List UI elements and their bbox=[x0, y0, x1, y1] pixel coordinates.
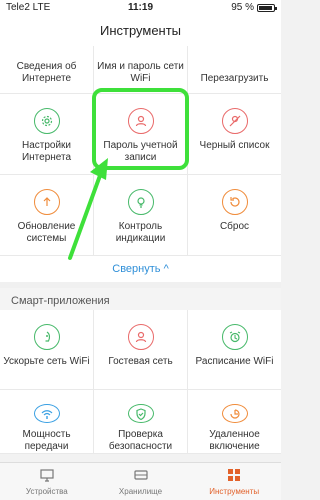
tile-label: Пароль учетной записи bbox=[103, 140, 178, 163]
tab-bar: Устройства Хранилище Инструменты bbox=[0, 462, 281, 500]
storage-icon bbox=[133, 467, 149, 487]
tile-wifi[interactable]: Имя и пароль сети WiFi bbox=[94, 46, 188, 94]
tile-alarm[interactable]: Расписание WiFi bbox=[188, 310, 281, 390]
monitor-icon bbox=[39, 467, 55, 487]
tile-reset[interactable]: Сброс bbox=[188, 175, 281, 256]
tab-label: Хранилище bbox=[118, 487, 163, 496]
tile-globe[interactable]: Сведения об Интернете bbox=[0, 46, 94, 94]
blacklist-icon bbox=[221, 108, 248, 134]
tile-label: Проверка безопасности bbox=[108, 429, 173, 452]
tile-shield[interactable]: Проверка безопасности bbox=[94, 390, 188, 454]
shield-icon bbox=[127, 404, 154, 423]
tile-remote[interactable]: Удаленное включение bbox=[188, 390, 281, 454]
tile-label: Контроль индикации bbox=[115, 221, 166, 244]
upgrade-icon bbox=[33, 189, 60, 215]
tile-label: Перезагрузить bbox=[200, 73, 269, 84]
tile-gear[interactable]: Настройки Интернета bbox=[0, 94, 94, 175]
rocket-icon bbox=[33, 324, 60, 350]
tile-signal[interactable]: Мощность передачи bbox=[0, 390, 94, 454]
tile-label: Обновление системы bbox=[17, 221, 76, 244]
tab-label: Инструменты bbox=[209, 487, 260, 496]
tile-label: Черный список bbox=[199, 140, 270, 151]
tile-label: Настройки Интернета bbox=[21, 140, 72, 163]
reset-icon bbox=[221, 189, 248, 215]
tile-bulb[interactable]: Контроль индикации bbox=[94, 175, 188, 256]
smart-apps-header: Смарт-приложения bbox=[0, 282, 281, 310]
battery-percent: 95 % bbox=[231, 2, 254, 13]
tile-label: Сведения об Интернете bbox=[16, 61, 77, 84]
gear-icon bbox=[33, 108, 60, 134]
tile-label: Мощность передачи bbox=[22, 429, 71, 452]
tile-blacklist[interactable]: Черный список bbox=[188, 94, 281, 175]
tab-label: Устройства bbox=[25, 487, 68, 496]
bulb-icon bbox=[127, 189, 154, 215]
tile-label: Ускорьте сеть WiFi bbox=[3, 356, 90, 367]
tile-label: Сброс bbox=[219, 221, 250, 232]
status-right: 95 % bbox=[231, 2, 277, 13]
tile-label: Гостевая сеть bbox=[108, 356, 173, 367]
collapse-button[interactable]: Свернуть ^ bbox=[0, 256, 281, 282]
guest-icon bbox=[127, 324, 154, 350]
tile-label: Расписание WiFi bbox=[195, 356, 274, 367]
tools-icon bbox=[226, 467, 242, 487]
remote-icon bbox=[221, 404, 248, 423]
tile-power[interactable]: Перезагрузить bbox=[188, 46, 281, 94]
tab-storage[interactable]: Хранилище bbox=[94, 463, 188, 500]
signal-icon bbox=[33, 404, 60, 423]
tab-tools[interactable]: Инструменты bbox=[187, 463, 281, 500]
status-bar: Tele2 LTE 11:19 95 % bbox=[0, 0, 281, 16]
smart-apps-grid: Ускорьте сеть WiFi Гостевая сеть Расписани… bbox=[0, 310, 281, 454]
alarm-icon bbox=[221, 324, 248, 350]
tile-upgrade[interactable]: Обновление системы bbox=[0, 175, 94, 256]
tile-label: Удаленное включение bbox=[209, 429, 260, 452]
user-icon bbox=[127, 108, 154, 134]
tile-guest[interactable]: Гостевая сеть bbox=[94, 310, 188, 390]
battery-icon bbox=[257, 3, 277, 12]
tile-user[interactable]: Пароль учетной записи bbox=[94, 94, 188, 175]
tab-monitor[interactable]: Устройства bbox=[0, 463, 94, 500]
tools-grid: Сведения об Интернете Имя и пароль сети W… bbox=[0, 46, 281, 256]
page-title: Инструменты bbox=[0, 16, 281, 46]
tile-rocket[interactable]: Ускорьте сеть WiFi bbox=[0, 310, 94, 390]
tile-label: Имя и пароль сети WiFi bbox=[97, 61, 184, 84]
